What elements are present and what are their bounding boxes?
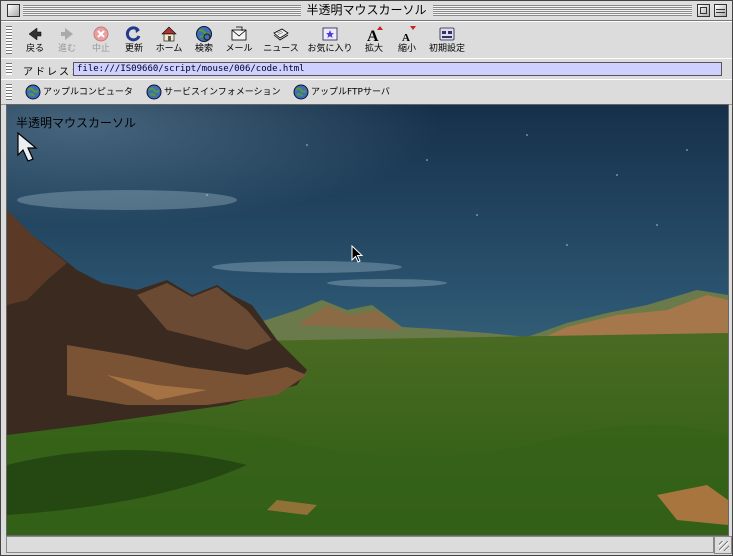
stop-button[interactable]: 中止 — [89, 23, 113, 55]
preferences-icon — [439, 27, 455, 41]
search-label: 検索 — [194, 44, 213, 54]
favorite-apple-ftp-server[interactable]: アップルFTPサーバ — [293, 84, 390, 101]
globe-icon — [293, 84, 309, 100]
news-icon — [273, 28, 289, 41]
search-button[interactable]: 検索 — [192, 23, 216, 55]
toolbar-grip[interactable] — [6, 26, 12, 54]
stop-icon — [93, 26, 109, 42]
larger-text-icon: A — [367, 26, 383, 43]
collapse-box-icon[interactable] — [714, 4, 727, 17]
favorite-service-information[interactable]: サービスインフォメーション — [146, 84, 281, 101]
favorites-bar: アップルコンピュータ サービスインフォメーション アップルFTPサーバ — [1, 79, 732, 105]
search-globe-icon — [196, 26, 212, 42]
resize-grip-icon[interactable] — [714, 536, 732, 554]
navigation-toolbar: 戻る 進む 中止 更新 ホーム 検索 メール ニュース お気に入り A 拡大 A… — [1, 21, 732, 59]
forward-arrow-icon — [61, 28, 73, 40]
favorites-label: お気に入り — [307, 44, 353, 54]
smaller-text-label: 縮小 — [397, 44, 416, 54]
url-field[interactable]: file:///IS09660/script/mouse/006/code.ht… — [73, 62, 722, 76]
home-label: ホーム — [155, 44, 183, 54]
back-button[interactable]: 戻る — [24, 23, 46, 55]
title-bar[interactable]: 半透明マウスカーソル — [1, 1, 732, 21]
svg-text:A: A — [367, 28, 379, 43]
back-arrow-icon — [28, 27, 42, 41]
arrow-cursor-icon — [351, 245, 364, 263]
news-label: ニュース — [263, 44, 299, 54]
favorite-label: サービスインフォメーション — [164, 87, 281, 98]
refresh-button[interactable]: 更新 — [122, 23, 146, 55]
favorites-icon — [322, 27, 338, 41]
home-icon — [161, 26, 177, 42]
close-box-icon[interactable] — [7, 4, 20, 17]
mail-icon — [231, 26, 247, 41]
landscape-background-image — [7, 105, 728, 535]
favorite-label: アップルFTPサーバ — [311, 87, 390, 98]
favorite-label: アップルコンピュータ — [43, 87, 133, 98]
refresh-icon — [125, 26, 141, 42]
globe-icon — [25, 84, 41, 100]
home-button[interactable]: ホーム — [153, 23, 185, 55]
zoom-box-icon[interactable] — [697, 4, 710, 17]
preferences-button[interactable]: 初期設定 — [427, 23, 467, 55]
svg-text:A: A — [402, 32, 410, 43]
smaller-text-icon: A — [402, 26, 416, 43]
back-label: 戻る — [25, 44, 44, 54]
larger-text-button[interactable]: A 拡大 — [362, 23, 386, 55]
smaller-text-button[interactable]: A 縮小 — [395, 23, 419, 55]
browser-window: 半透明マウスカーソル 戻る 進む 中止 更新 ホーム 検索 メール ニュース お… — [0, 0, 733, 556]
address-bar-grip[interactable] — [6, 63, 12, 75]
horizontal-scrollbar[interactable] — [6, 536, 714, 553]
larger-text-label: 拡大 — [364, 44, 383, 54]
mail-button[interactable]: メール — [223, 23, 255, 55]
forward-button[interactable]: 進む — [55, 23, 79, 55]
favorites-button[interactable]: お気に入り — [306, 23, 354, 55]
window-title: 半透明マウスカーソル — [300, 3, 433, 18]
translucent-arrow-cursor-icon — [17, 131, 38, 162]
news-button[interactable]: ニュース — [262, 23, 300, 55]
refresh-label: 更新 — [124, 44, 143, 54]
favorites-bar-grip[interactable] — [6, 84, 12, 100]
address-bar: アドレス： file:///IS09660/script/mouse/006/c… — [1, 58, 732, 80]
page-heading: 半透明マウスカーソル — [16, 116, 137, 130]
stop-label: 中止 — [91, 44, 110, 54]
page-content[interactable]: 半透明マウスカーソル — [6, 104, 729, 536]
forward-label: 進む — [57, 44, 76, 54]
preferences-label: 初期設定 — [428, 44, 465, 54]
favorite-apple-computer[interactable]: アップルコンピュータ — [25, 84, 133, 101]
mail-label: メール — [225, 44, 253, 54]
globe-icon — [146, 84, 162, 100]
